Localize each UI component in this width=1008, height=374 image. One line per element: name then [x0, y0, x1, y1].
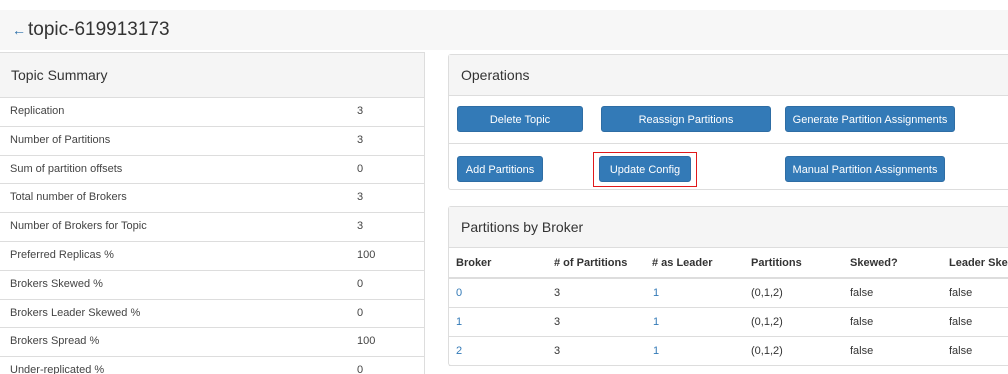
partitions-by-broker-title: Partitions by Broker	[449, 207, 1008, 248]
generate-partition-assignments-button[interactable]: Generate Partition Assignments	[785, 106, 955, 132]
skewed-cell: false	[850, 345, 874, 357]
summary-label: Brokers Spread %	[10, 335, 100, 348]
summary-value: 100	[357, 335, 376, 348]
summary-label: Brokers Leader Skewed %	[10, 306, 141, 319]
summary-row: Brokers Skewed % 0	[0, 271, 424, 300]
summary-label: Number of Partitions	[10, 133, 111, 146]
summary-value: 3	[357, 133, 364, 146]
broker-link[interactable]: 2	[456, 337, 462, 365]
page-title: topic-619913173	[28, 19, 170, 40]
delete-topic-button[interactable]: Delete Topic	[457, 106, 583, 132]
summary-row: Brokers Spread % 100	[0, 328, 424, 358]
arrow-left-icon[interactable]: ←	[12, 10, 26, 50]
reassign-partitions-button[interactable]: Reassign Partitions	[601, 106, 771, 132]
skewed-cell: false	[850, 287, 874, 299]
summary-label: Number of Brokers for Topic	[10, 220, 147, 233]
summary-value: 0	[357, 162, 364, 175]
table-header-row: Broker # of Partitions # as Leader Parti…	[449, 249, 1008, 279]
summary-label: Total number of Brokers	[10, 191, 127, 204]
page-header: ← topic-619913173	[0, 10, 1008, 50]
column-header: Partitions	[751, 257, 802, 269]
partitions-cell: (0,1,2)	[751, 316, 783, 328]
manual-partition-assignments-button[interactable]: Manual Partition Assignments	[785, 156, 945, 182]
column-header: Leader Ske	[949, 257, 1008, 269]
topic-page: ← topic-619913173 Topic Summary Replicat…	[0, 0, 1008, 374]
summary-row: Under-replicated % 0	[0, 357, 424, 374]
operations-panel: Operations Delete Topic Reassign Partiti…	[448, 54, 1008, 190]
topic-summary-title: Topic Summary	[0, 53, 424, 98]
summary-row: Brokers Leader Skewed % 0	[0, 300, 424, 329]
broker-link[interactable]: 1	[456, 308, 462, 336]
partitions-cell: (0,1,2)	[751, 287, 783, 299]
as-leader-link[interactable]: 1	[653, 337, 659, 365]
column-header: # as Leader	[652, 257, 713, 269]
summary-value: 0	[357, 306, 364, 319]
column-header: Broker	[456, 257, 492, 269]
partitions-by-broker-table: Broker # of Partitions # as Leader Parti…	[449, 249, 1008, 366]
partitions-by-broker-panel: Partitions by Broker Broker # of Partiti…	[448, 206, 1008, 366]
summary-value: 100	[357, 248, 376, 261]
leader-skewed-cell: false	[949, 345, 973, 357]
partitions-cell: (0,1,2)	[751, 345, 783, 357]
summary-row: Total number of Brokers 3	[0, 184, 424, 214]
as-leader-link[interactable]: 1	[653, 279, 659, 307]
summary-row: Preferred Replicas % 100	[0, 242, 424, 271]
summary-value: 0	[357, 364, 364, 374]
num-partitions-cell: 3	[554, 316, 561, 328]
table-row: 1 3 1 (0,1,2) false false	[449, 308, 1008, 337]
broker-link[interactable]: 0	[456, 279, 462, 307]
table-row: 2 3 1 (0,1,2) false false	[449, 337, 1008, 366]
summary-row: Sum of partition offsets 0	[0, 156, 424, 185]
column-header: Skewed?	[850, 257, 898, 269]
as-leader-link[interactable]: 1	[653, 308, 659, 336]
summary-row: Number of Partitions 3	[0, 127, 424, 156]
topic-summary-panel: Topic Summary Replication 3 Number of Pa…	[0, 52, 425, 374]
table-row: 0 3 1 (0,1,2) false false	[449, 279, 1008, 308]
operations-title: Operations	[449, 55, 1008, 96]
num-partitions-cell: 3	[554, 345, 561, 357]
num-partitions-cell: 3	[554, 287, 561, 299]
summary-label: Brokers Skewed %	[10, 277, 103, 290]
operations-divider	[449, 143, 1008, 144]
summary-label: Under-replicated %	[10, 364, 105, 374]
summary-label: Replication	[10, 105, 65, 117]
summary-value: 3	[357, 105, 364, 117]
leader-skewed-cell: false	[949, 287, 973, 299]
leader-skewed-cell: false	[949, 316, 973, 328]
column-header: # of Partitions	[554, 257, 628, 269]
add-partitions-button[interactable]: Add Partitions	[457, 156, 543, 182]
summary-row: Replication 3	[0, 98, 424, 127]
summary-value: 3	[357, 220, 364, 233]
update-config-button[interactable]: Update Config	[599, 156, 691, 182]
skewed-cell: false	[850, 316, 874, 328]
summary-row: Number of Brokers for Topic 3	[0, 213, 424, 242]
summary-value: 0	[357, 277, 364, 290]
summary-label: Sum of partition offsets	[10, 162, 123, 175]
summary-label: Preferred Replicas %	[10, 248, 114, 261]
summary-value: 3	[357, 191, 364, 204]
